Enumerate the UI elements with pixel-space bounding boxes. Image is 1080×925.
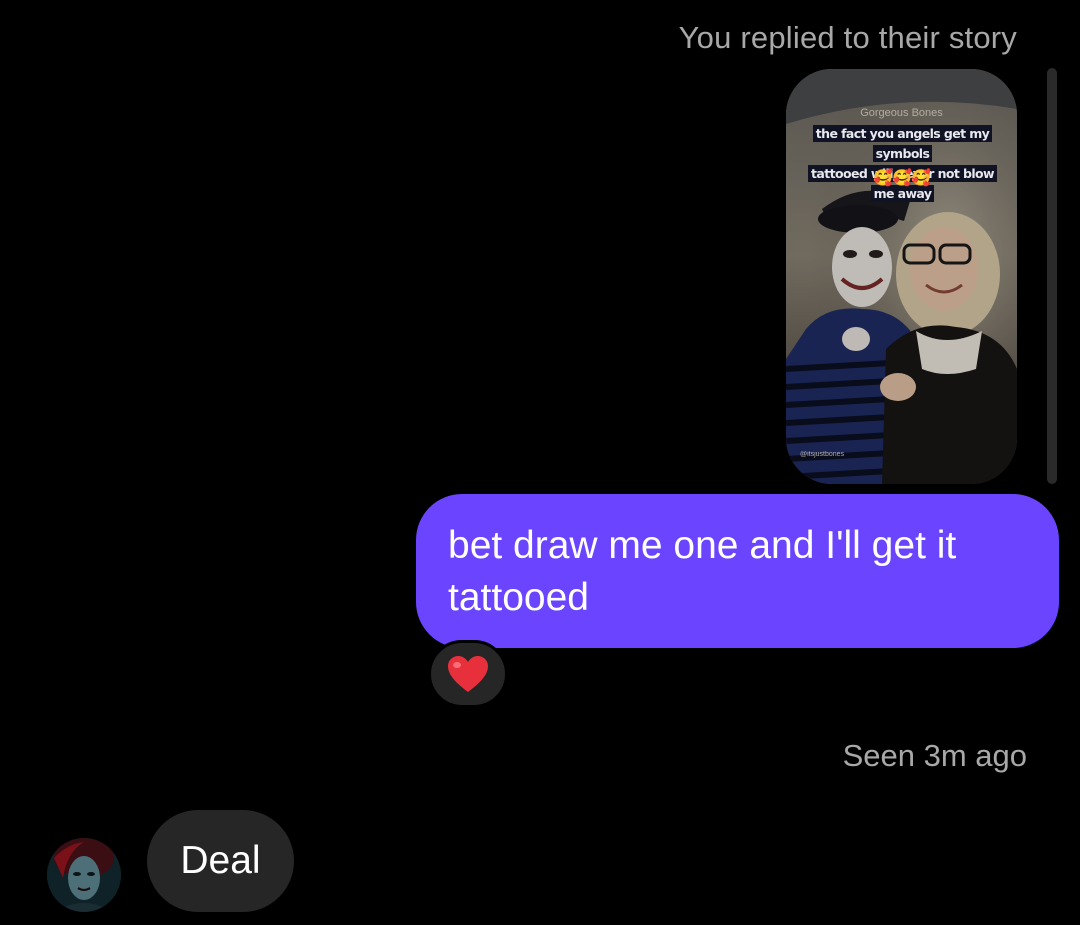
profile-avatar-icon [47, 838, 121, 912]
story-caption: the fact you angels get my symbols tatto… [798, 124, 1007, 204]
story-account-name: Gorgeous Bones [860, 107, 943, 119]
seen-status: Seen 3m ago [842, 738, 1027, 773]
story-caption-line: the fact you angels get my symbols [812, 125, 993, 162]
story-reply-label: You replied to their story [678, 20, 1017, 55]
story-emoji: 🥰🥰🥰 [873, 170, 931, 187]
incoming-message-bubble[interactable]: Deal [147, 810, 294, 912]
heart-icon [448, 656, 488, 692]
scrollbar[interactable] [1047, 68, 1057, 484]
story-handle: @itsjustbones [800, 451, 845, 458]
avatar[interactable] [47, 838, 121, 912]
outgoing-message-bubble[interactable]: bet draw me one and I'll get it tattooed [416, 494, 1059, 648]
incoming-message-text: Deal [180, 839, 261, 882]
story-preview[interactable]: Gorgeous Bones the fact you angels get m… [786, 69, 1017, 484]
dm-thread: You replied to their story Gorgeous Bone… [0, 0, 1080, 925]
outgoing-message-text: bet draw me one and I'll get it tattooed [448, 524, 957, 619]
reaction-badge[interactable] [428, 640, 508, 708]
